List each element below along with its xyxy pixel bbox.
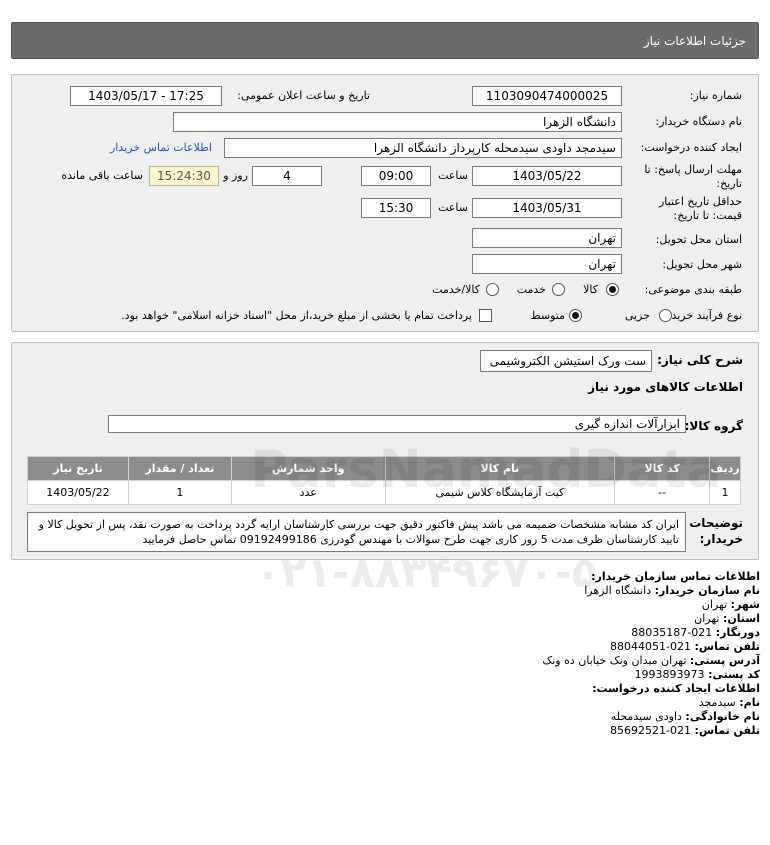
category-both-label: کالا/خدمت <box>432 283 480 296</box>
goods-table: ردیف کد کالا نام کالا واحد شمارش تعداد /… <box>27 456 741 505</box>
goods-group-label: گروه کالا: <box>684 419 743 433</box>
address-value: تهران میدان ونک خیابان ده ونک <box>542 654 687 667</box>
days-label: روز و <box>223 169 248 182</box>
last-name-label: نام خانوادگی: <box>685 710 760 723</box>
page-header: جزئیات اطلاعات نیاز <box>11 22 759 59</box>
category-label: طبقه بندی موضوعی: <box>644 283 742 296</box>
creator-phone-value: 021-85692521 <box>610 724 692 737</box>
fax-value: 021-88035187 <box>631 626 713 639</box>
org-label: نام سازمان خریدار: <box>654 584 760 597</box>
summary-label: شرح کلی نیاز: <box>657 353 743 367</box>
deadline-time-label: ساعت <box>438 169 468 182</box>
process-medium-radio[interactable] <box>569 309 582 322</box>
need-number-field: 1103090474000025 <box>472 86 622 106</box>
col-date: تاریخ نیاز <box>27 456 129 481</box>
goods-group-field: ابزارآلات اندازه گیری <box>108 415 686 433</box>
deadline-label: مهلت ارسال پاسخ: تا <box>644 163 742 176</box>
fax-label: دورنگار: <box>715 626 760 639</box>
postal-label: کد پستی: <box>708 668 760 681</box>
contact-city-value: تهران <box>701 598 728 611</box>
address-label: آدرس پستی: <box>689 654 760 667</box>
validity-date-field: 1403/05/31 <box>472 198 622 218</box>
need-number-label: شماره نیاز: <box>689 89 742 102</box>
cell-row: 1 <box>709 480 741 505</box>
deadline-date-field: 1403/05/22 <box>472 166 622 186</box>
creator-info-title: اطلاعات ایجاد کننده درخواست: <box>592 682 760 695</box>
buyer-contact-link[interactable]: اطلاعات تماس خریدار <box>110 141 212 154</box>
contact-province-value: تهران <box>694 612 720 625</box>
first-name-label: نام: <box>739 696 760 709</box>
category-goods-label: کالا <box>583 283 598 296</box>
first-name-value: سیدمجد <box>698 696 736 709</box>
cell-name: کیت آزمایشگاه کلاس شیمی <box>384 480 616 505</box>
creator-phone-label: تلفن تماس: <box>694 724 760 737</box>
page-title: جزئیات اطلاعات نیاز <box>643 34 746 48</box>
contact-province-label: استان: <box>723 612 760 625</box>
process-medium-label: متوسط <box>530 309 565 322</box>
col-qty: تعداد / مقدار <box>127 456 232 481</box>
process-minor-label: جزیی <box>624 309 650 322</box>
cell-code: -- <box>614 480 711 505</box>
buyer-description: ایران کد مشابه مشخصات ضمیمه می باشد پیش … <box>27 512 686 552</box>
validity-label-date: قیمت: تا تاریخ: <box>673 209 742 222</box>
buyer-label: نام دستگاه خریدار: <box>655 115 742 128</box>
table-row: 1 -- کیت آزمایشگاه کلاس شیمی عدد 1 1403/… <box>27 480 741 505</box>
cell-date: 1403/05/22 <box>27 480 129 505</box>
creator-field: سیدمجد داودی سیدمحله کارپرداز دانشگاه ال… <box>224 138 622 158</box>
days-field: 4 <box>252 166 322 186</box>
province-label: استان محل تحویل: <box>655 233 742 246</box>
col-row: ردیف <box>709 456 741 481</box>
city-field: تهران <box>472 254 622 274</box>
announce-field: 1403/05/17 - 17:25 <box>70 86 222 106</box>
phone-label: تلفن تماس: <box>694 640 760 653</box>
buyer-field: دانشگاه الزهرا <box>173 112 622 132</box>
summary-field: ست ورک استیشن الکتروشیمی <box>480 350 652 372</box>
validity-time-label: ساعت <box>438 201 468 214</box>
contact-city-label: شهر: <box>730 598 760 611</box>
validity-time-field: 15:30 <box>361 198 431 218</box>
desc-label: توضیحات <box>689 516 743 530</box>
col-unit: واحد شمارش <box>230 456 386 481</box>
category-service-radio[interactable] <box>552 283 565 296</box>
deadline-time-field: 09:00 <box>361 166 431 186</box>
treasury-payment-checkbox[interactable] <box>479 309 492 322</box>
category-both-radio[interactable] <box>486 283 499 296</box>
phone-value: 021-88044051 <box>610 640 692 653</box>
org-value: دانشگاه الزهرا <box>584 584 652 597</box>
col-name: نام کالا <box>384 456 616 481</box>
cell-qty: 1 <box>127 480 232 505</box>
col-code: کد کالا <box>614 456 711 481</box>
validity-label: حداقل تاریخ اعتبار <box>658 195 742 208</box>
deadline-label-date: تاریخ: <box>716 177 742 190</box>
payment-note: پرداخت تمام یا بخشی از مبلغ خرید،از محل … <box>121 309 472 322</box>
city-label: شهر محل تحویل: <box>662 258 742 271</box>
province-field: تهران <box>472 228 622 248</box>
remaining-time-field: 15:24:30 <box>149 166 219 186</box>
goods-table-header: ردیف کد کالا نام کالا واحد شمارش تعداد /… <box>27 456 741 481</box>
cell-unit: عدد <box>230 480 386 505</box>
contact-section: اطلاعات تماس سازمان خریدار: نام سازمان خ… <box>20 570 760 738</box>
contact-title: اطلاعات تماس سازمان خریدار: <box>591 570 760 583</box>
category-service-label: خدمت <box>516 283 546 296</box>
creator-label: ایجاد کننده درخواست: <box>640 141 742 154</box>
postal-value: 1993893973 <box>634 668 705 681</box>
process-minor-radio[interactable] <box>659 309 672 322</box>
goods-info-title: اطلاعات کالاهای مورد نیاز <box>588 380 743 394</box>
last-name-value: داودی سیدمحله <box>610 710 682 723</box>
category-goods-radio[interactable] <box>606 283 619 296</box>
remaining-label: ساعت باقی مانده <box>61 169 143 182</box>
announce-label: تاریخ و ساعت اعلان عمومی: <box>237 89 370 102</box>
process-label: نوع فرآیند خرید : <box>664 309 742 322</box>
desc-label-buyer: خریدار: <box>699 532 743 546</box>
